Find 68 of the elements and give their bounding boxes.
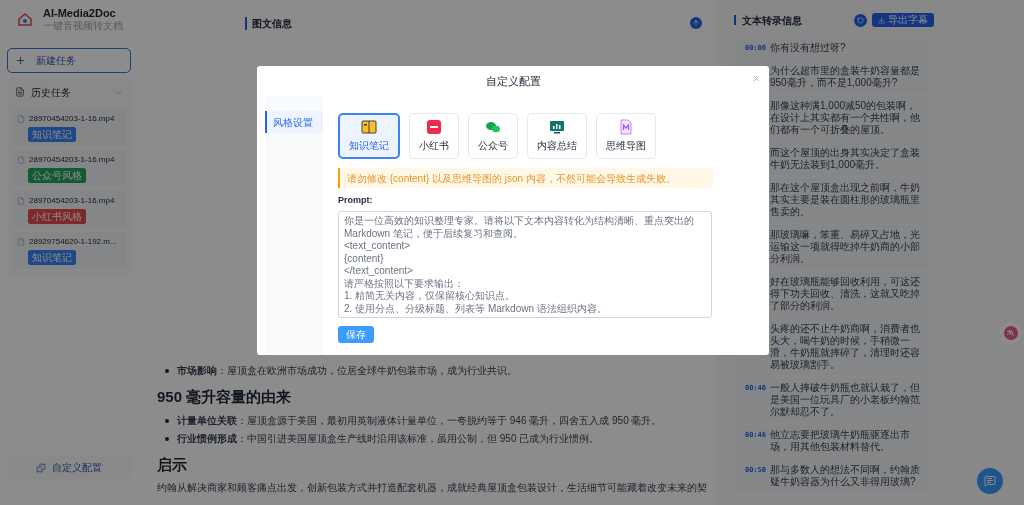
transcript-text: 而这个屋顶的出身其实决定了盒装牛奶无法装到1,000毫升。 — [770, 147, 921, 171]
title-accent — [245, 16, 247, 30]
paragraph: 约翰从解决商家和顾客痛点出发，创新包装方式并打造配套机器，成就经典屋顶盒包装设计，生活细节可能藏着改变未来的契 — [157, 481, 708, 495]
dialog-title: 自定义配置 — [485, 73, 541, 89]
chat-bubbles-icon — [485, 119, 501, 135]
transcript-text: 那与多数人的想法不同啊，约翰质疑牛奶容器为什么又非得用玻璃? — [770, 464, 921, 488]
close-button[interactable] — [751, 73, 761, 83]
style-option[interactable]: 内容总结 — [527, 113, 587, 159]
bullet-text: 市场影响：屋顶盒在欧洲市场成功，位居全球牛奶包装市场，成为行业共识。 — [177, 364, 517, 378]
download-icon — [878, 16, 885, 24]
refresh-button[interactable] — [854, 13, 867, 27]
file-name: 28970454203-1-16.mp4 — [29, 113, 115, 125]
file-icon — [17, 238, 25, 246]
translate-button[interactable] — [1000, 322, 1022, 344]
file-icon — [17, 197, 25, 205]
style-tag: 知识笔记 — [28, 250, 76, 265]
puzzle-icon — [36, 462, 46, 473]
monitor-chart-icon — [549, 119, 565, 135]
style-option[interactable]: 公众号 — [468, 113, 518, 159]
section-title: 图文信息 — [252, 16, 293, 31]
save-button[interactable]: 保存 — [338, 326, 374, 343]
transcript-text: 那在这个屋顶盒出现之前啊，牛奶其实主要是装在圆柱形的玻璃瓶里售卖的。 — [770, 182, 921, 218]
section-title: 文本转录信息 — [742, 13, 803, 28]
section-heading: 950 毫升容量的由来 — [157, 387, 293, 407]
history-item[interactable]: 28970454203-1-16.mp4 公众号风格 — [12, 150, 126, 187]
title-accent — [734, 15, 736, 25]
history-header[interactable]: 历史任务 — [7, 79, 131, 105]
file-icon — [17, 156, 25, 164]
m-document-icon — [618, 119, 634, 135]
file-name: 28970454203-1-16.mp4 — [29, 195, 115, 207]
scroll-top-button[interactable] — [690, 17, 702, 29]
new-task-button[interactable]: 新建任务 — [7, 48, 131, 73]
file-name: 28970454203-1-16.mp4 — [29, 154, 115, 166]
section-heading: 启示 — [157, 454, 188, 475]
prompt-field[interactable]: 你是一位高效的知识整理专家。请将以下文本内容转化为结构清晰、重点突出的 Markdown 笔记，便于后续复习和查阅。 <text_content> {content} </text_content> 请严格按照以下要求输出： 1. 精简无关内容，仅保留核心知识点。 2. 使用分点、分级标题、列表等 Markdown 语法组织内容。 — [338, 211, 712, 318]
style-option[interactable]: 小红书 — [409, 113, 459, 159]
logo-icon — [17, 12, 33, 26]
close-icon — [751, 73, 761, 83]
export-subtitles-button[interactable]: 导出字幕 — [872, 13, 934, 27]
style-tag: 公众号风格 — [28, 168, 86, 183]
style-option[interactable]: 知识笔记 — [338, 113, 400, 159]
nav-tab[interactable]: 风格设置 — [265, 111, 323, 133]
history-item[interactable]: 28970454203-1-16.mp4 知识笔记 — [12, 109, 126, 146]
history-item[interactable]: 28970454203-1-16.mp4 小红书风格 — [12, 191, 126, 228]
arrow-up-icon — [692, 19, 700, 27]
style-tag: 知识笔记 — [28, 127, 76, 142]
prompt-label: Prompt: — [338, 194, 374, 207]
notebook-icon — [361, 119, 377, 135]
chat-icon — [984, 475, 996, 487]
transcript-text: 他立志要把玻璃牛奶瓶驱逐出市场，用其他包装材料替代。 — [770, 429, 911, 453]
translate-icon — [1004, 326, 1018, 340]
plus-icon — [15, 55, 26, 66]
bullet-text: 计量单位关联：屋顶盒源于美国，最初用英制液体计量单位，一夸脱约等于 946 毫升，四舍五入成 950 毫升。 — [177, 413, 662, 428]
transcript-text: 你有没有想过呀? — [770, 42, 846, 54]
chat-button[interactable] — [977, 468, 1003, 494]
file-name: 28929754620-1-192.m... — [29, 236, 117, 248]
warning-banner: 请勿修改 {content} 以及思维导图的 json 内容，不然可能会导致生成失败。 — [338, 168, 713, 188]
style-tag: 小红书风格 — [28, 209, 86, 224]
document-icon — [15, 87, 25, 97]
history-title: 历史任务 — [31, 85, 72, 100]
transcript-text: 好在玻璃瓶能够回收利用，可这还得下功夫回收、清洗，这就又吃掉了部分的利润。 — [770, 276, 921, 312]
app-name: AI-Media2Doc — [43, 6, 117, 20]
file-icon — [17, 115, 25, 123]
style-option[interactable]: 思维导图 — [596, 113, 656, 159]
refresh-icon — [857, 16, 864, 24]
transcript-text: 为什么超市里的盒装牛奶容量都是950毫升，而不是1,000毫升? — [770, 65, 921, 89]
bullet-text: 行业惯例形成：中国引进美国屋顶盒生产线时沿用该标准，虽用公制，但 950 已成为行业惯例。 — [177, 431, 600, 446]
history-item[interactable]: 28929754620-1-192.m... 知识笔记 — [12, 232, 126, 269]
